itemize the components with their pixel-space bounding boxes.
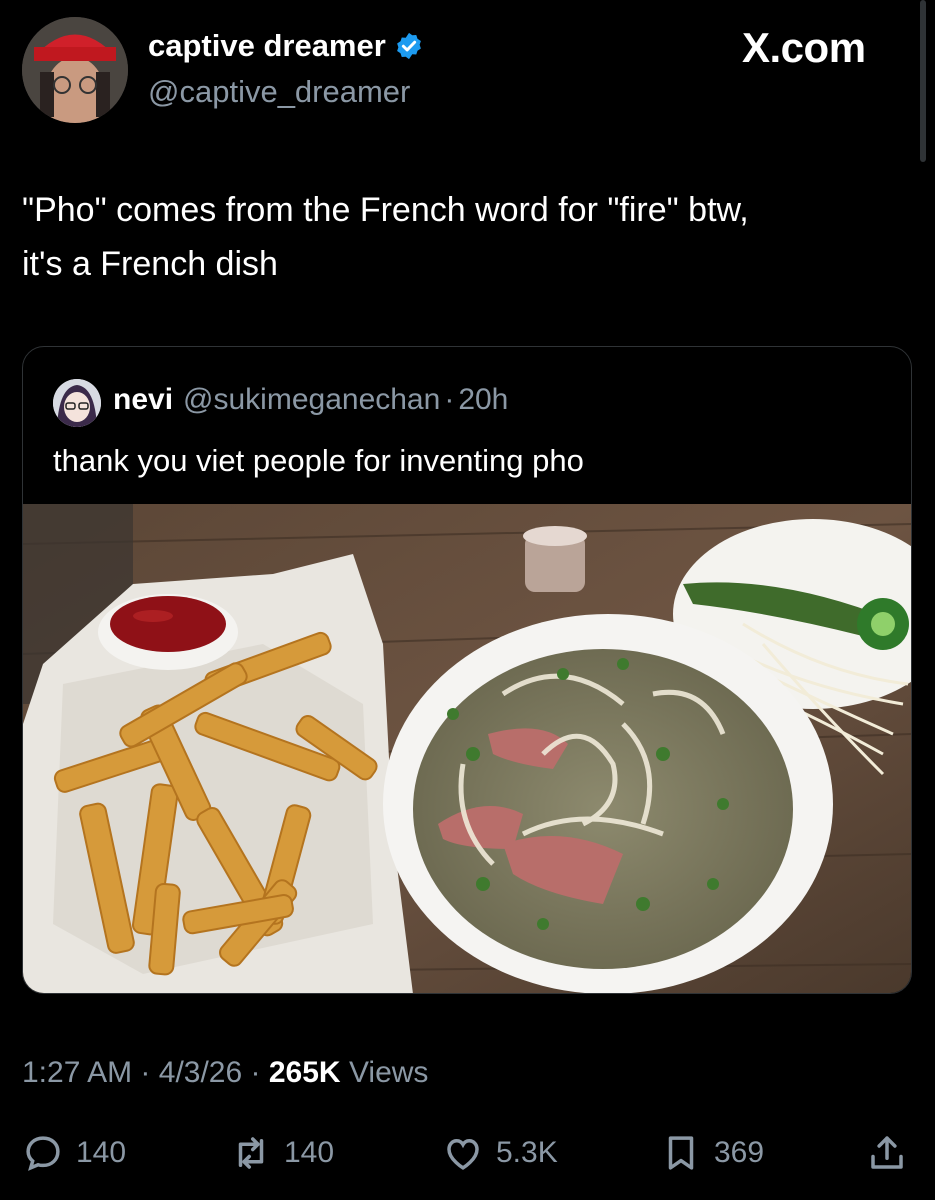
x-watermark: X.com [742,24,866,71]
repost-button[interactable]: 140 [230,1132,334,1174]
tweet-text-line: it's a French dish [22,245,278,283]
repost-count: 140 [284,1136,335,1169]
bookmark-count: 369 [714,1136,765,1169]
quoted-tweet[interactable]: nevi @sukimeganechan · 20h thank you vie… [22,346,912,994]
quoted-header: nevi @sukimeganechan · 20h [113,383,508,417]
reply-button[interactable]: 140 [22,1132,126,1174]
author-display-name[interactable]: captive dreamer [148,28,386,64]
tweet-text-line: "Pho" comes from the French word for "fi… [22,191,749,229]
quoted-author-avatar[interactable] [53,379,101,427]
quoted-display-name[interactable]: nevi [113,383,173,417]
repost-icon [238,1137,264,1169]
tweet-meta: 1:27 AM · 4/3/26 · 265K Views [22,1056,428,1090]
scrollbar[interactable] [920,0,926,162]
verified-badge-icon [396,32,421,60]
bookmark-button[interactable]: 369 [660,1132,764,1174]
author-handle[interactable]: @captive_dreamer [148,74,410,110]
tweet-text: "Pho" comes from the French word for "fi… [22,183,912,291]
quoted-timestamp[interactable]: 20h [458,383,508,417]
author-name-row[interactable]: captive dreamer [148,28,424,64]
bookmark-icon [668,1136,694,1170]
tweet-date[interactable]: 4/3/26 [159,1056,242,1089]
pho-and-fries-photo[interactable] [23,504,911,994]
share-icon [871,1136,903,1169]
views-count: 265K [268,1056,341,1089]
author-avatar[interactable] [22,17,128,123]
meta-separator: · [140,1056,151,1089]
quoted-separator: · [444,383,455,416]
share-button[interactable] [866,1132,908,1174]
tweet-time[interactable]: 1:27 AM [22,1056,132,1089]
meta-separator: · [250,1056,261,1089]
heart-icon [447,1138,479,1170]
quoted-handle[interactable]: @sukimeganechan [183,383,440,417]
quoted-text: thank you viet people for inventing pho [53,443,584,478]
like-count: 5.3K [496,1136,558,1169]
like-button[interactable]: 5.3K [442,1132,558,1174]
views-label: Views [348,1056,429,1089]
reply-icon [26,1136,60,1171]
reply-count: 140 [76,1136,127,1169]
